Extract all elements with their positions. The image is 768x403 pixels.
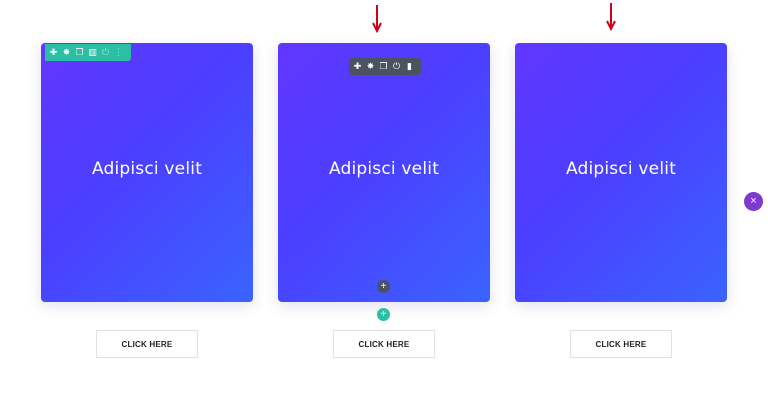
button-label: CLICK HERE <box>121 339 173 349</box>
red-arrow-icon <box>606 3 616 31</box>
close-button[interactable]: × <box>744 192 763 211</box>
blurb-card-3[interactable]: Adipisci velit <box>515 43 727 302</box>
click-here-button[interactable]: CLICK HERE <box>570 330 672 358</box>
power-icon[interactable]: ⏻ <box>99 44 112 61</box>
blurb-card-1[interactable]: Adipisci velit <box>41 43 253 302</box>
power-icon[interactable]: ⏻ <box>390 58 403 75</box>
plus-icon[interactable]: ✚ <box>47 44 60 61</box>
more-icon[interactable]: ⋮ <box>112 44 125 61</box>
card-title: Adipisci velit <box>565 158 677 179</box>
plus-icon: + <box>380 308 387 320</box>
card-title: Adipisci velit <box>91 158 203 179</box>
button-label: CLICK HERE <box>595 339 647 349</box>
gear-icon[interactable]: ✸ <box>364 58 377 75</box>
row-toolbar: ✚ ✸ ❐ ⏻ ▮ <box>349 58 421 75</box>
columns-icon[interactable]: ▥ <box>86 44 99 61</box>
module-toolbar: ✚ ✸ ❐ ▥ ⏻ ⋮ <box>45 44 131 61</box>
gear-icon[interactable]: ✸ <box>60 44 73 61</box>
button-label: CLICK HERE <box>358 339 410 349</box>
red-arrow-icon <box>372 5 382 33</box>
add-module-button[interactable]: + <box>377 280 390 293</box>
add-row-button[interactable]: + <box>377 308 390 321</box>
close-icon: × <box>750 195 757 207</box>
click-here-button[interactable]: CLICK HERE <box>96 330 198 358</box>
duplicate-icon[interactable]: ❐ <box>73 44 86 61</box>
trash-icon[interactable]: ▮ <box>403 58 416 75</box>
click-here-button[interactable]: CLICK HERE <box>333 330 435 358</box>
plus-icon: + <box>380 280 387 292</box>
card-title: Adipisci velit <box>328 158 440 179</box>
duplicate-icon[interactable]: ❐ <box>377 58 390 75</box>
plus-icon[interactable]: ✚ <box>351 58 364 75</box>
blurb-card-2[interactable]: Adipisci velit <box>278 43 490 302</box>
